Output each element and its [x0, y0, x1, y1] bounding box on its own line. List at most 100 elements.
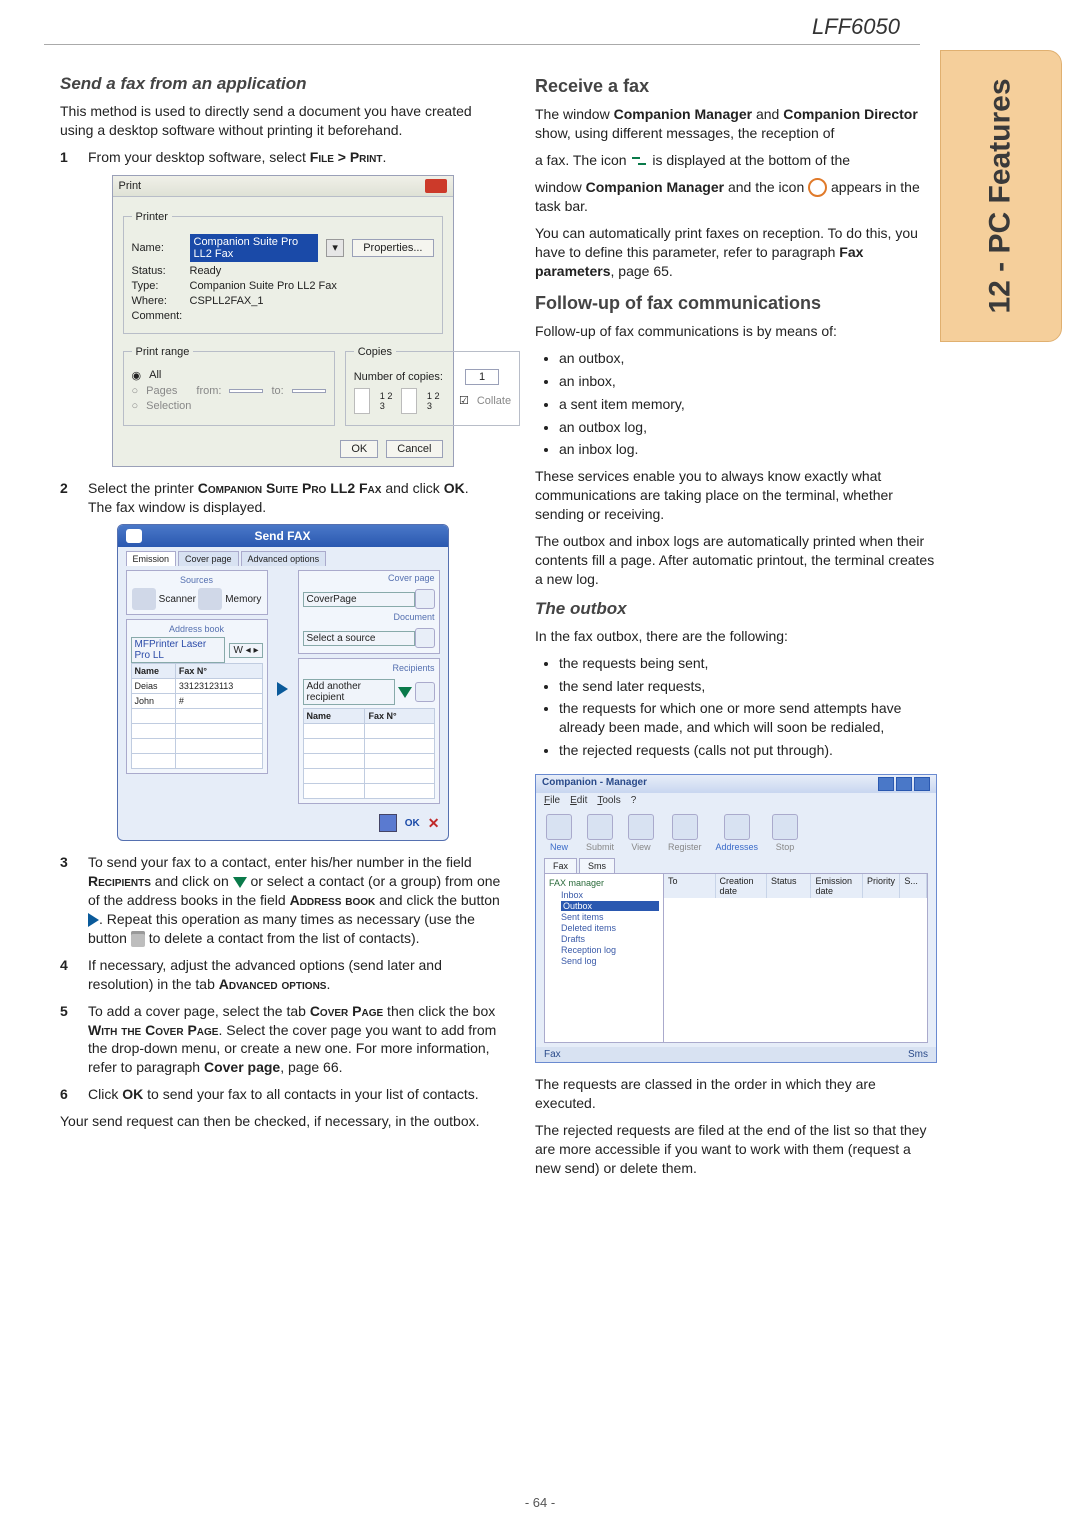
- add-recipient-input[interactable]: Add another recipient: [303, 679, 395, 705]
- address-book-nav[interactable]: W ◂ ▸: [229, 643, 262, 658]
- scanner-icon[interactable]: [132, 588, 156, 610]
- tree-reception-log[interactable]: Reception log: [561, 945, 659, 955]
- collate-icon: [401, 388, 417, 414]
- model-number: LFF6050: [812, 14, 900, 40]
- fax-tabs: Emission Cover page Advanced options: [126, 551, 440, 566]
- step-2: 2 Select the printer Companion Suite Pro…: [60, 479, 505, 517]
- step-6: 6 Click OK to send your fax to all conta…: [60, 1085, 505, 1104]
- two-column-layout: Send a fax from an application This meth…: [60, 64, 1020, 1186]
- toolbar-addresses[interactable]: Addresses: [716, 814, 759, 852]
- view-icon: [628, 814, 654, 840]
- tab-emission[interactable]: Emission: [126, 551, 177, 566]
- close-icon[interactable]: [425, 179, 447, 193]
- tab-fax[interactable]: Fax: [544, 858, 577, 873]
- menu-tools[interactable]: Tools: [597, 795, 620, 806]
- receive-para-3: window Companion Manager and the icon ap…: [535, 178, 935, 217]
- dropdown-icon[interactable]: ▾: [326, 239, 344, 257]
- cancel-button[interactable]: Cancel: [386, 440, 442, 458]
- list-item: the send later requests,: [559, 677, 935, 696]
- maximize-icon[interactable]: [896, 777, 912, 791]
- properties-button[interactable]: Properties...: [352, 239, 433, 257]
- companion-manager-screenshot: Companion - Manager File Edit Tools ? Ne…: [535, 774, 937, 1063]
- step-4: 4 If necessary, adjust the advanced opti…: [60, 956, 505, 994]
- outbox-intro: In the fax outbox, there are the followi…: [535, 627, 935, 646]
- address-book-select[interactable]: MFPrinter Laser Pro LL: [131, 637, 226, 663]
- sources-section: Sources Scanner Memory: [126, 570, 268, 615]
- arrow-down-icon: [233, 877, 247, 888]
- menu-file[interactable]: File: [544, 795, 560, 806]
- status-sms: Sms: [908, 1049, 928, 1060]
- receive-para-1: The window Companion Manager and Compani…: [535, 105, 935, 143]
- arrow-right-icon: [88, 913, 99, 927]
- followup-list: an outbox, an inbox, a sent item memory,…: [535, 349, 935, 459]
- ok-button[interactable]: OK: [405, 818, 420, 829]
- radio-selection[interactable]: ○: [132, 400, 139, 412]
- radio-pages[interactable]: ○: [132, 385, 139, 397]
- tree-outbox[interactable]: Outbox: [561, 901, 659, 911]
- arrow-right-icon: [277, 682, 288, 696]
- chapter-tab-label: 12 - PC Features: [984, 78, 1018, 313]
- memory-icon[interactable]: [198, 588, 222, 610]
- page-icon[interactable]: [415, 628, 435, 648]
- tab-cover-page[interactable]: Cover page: [178, 551, 239, 566]
- ok-button[interactable]: OK: [340, 440, 378, 458]
- toolbar-view[interactable]: View: [628, 814, 654, 852]
- tab-sms[interactable]: Sms: [579, 858, 615, 873]
- tree-deleted[interactable]: Deleted items: [561, 923, 659, 933]
- toolbar-submit[interactable]: Submit: [586, 814, 614, 852]
- list-item: the requests for which one or more send …: [559, 699, 935, 737]
- heading-receive-fax: Receive a fax: [535, 76, 935, 97]
- new-icon: [546, 814, 572, 840]
- minimize-icon[interactable]: [878, 777, 894, 791]
- step-1: 1 From your desktop software, select Fil…: [60, 148, 505, 167]
- manual-page: LFF6050 12 - PC Features Send a fax from…: [0, 0, 1080, 1528]
- outbox-para-1: The requests are classed in the order in…: [535, 1075, 935, 1113]
- printer-name-select[interactable]: Companion Suite Pro LL2 Fax: [190, 234, 319, 262]
- folder-tree: FAX manager Inbox Outbox Sent items Dele…: [544, 873, 664, 1043]
- close-icon[interactable]: [914, 777, 930, 791]
- addresses-icon: [724, 814, 750, 840]
- header-rule: [44, 44, 920, 45]
- toolbar-stop[interactable]: Stop: [772, 814, 798, 852]
- followup-para-2: The outbox and inbox logs are automatica…: [535, 532, 935, 589]
- register-icon: [672, 814, 698, 840]
- receive-para-4: You can automatically print faxes on rec…: [535, 224, 935, 281]
- steps-list-cont2: 3 To send your fax to a contact, enter h…: [60, 853, 505, 1104]
- tree-drafts[interactable]: Drafts: [561, 934, 659, 944]
- radio-all[interactable]: ◉: [132, 369, 142, 382]
- tree-send-log[interactable]: Send log: [561, 956, 659, 966]
- intro-paragraph: This method is used to directly send a d…: [60, 102, 505, 140]
- toolbar-new[interactable]: New: [546, 814, 572, 852]
- menu-edit[interactable]: Edit: [570, 795, 587, 806]
- status-fax: Fax: [544, 1049, 561, 1060]
- table-row[interactable]: John#: [131, 694, 262, 709]
- tree-inbox[interactable]: Inbox: [561, 890, 659, 900]
- arrow-down-icon[interactable]: [398, 687, 412, 698]
- tree-sent[interactable]: Sent items: [561, 912, 659, 922]
- collate-icon: [354, 388, 370, 414]
- cover-page-section: Cover page CoverPage Document Select a s…: [298, 570, 440, 654]
- menu-help[interactable]: ?: [631, 795, 637, 806]
- copies-input[interactable]: 1: [465, 369, 499, 385]
- toolbar-register[interactable]: Register: [668, 814, 702, 852]
- receive-para-2: a fax. The icon is displayed at the bott…: [535, 151, 935, 170]
- address-book-table: NameFax N° Deias33123123113 John#: [131, 663, 263, 769]
- list-item: the rejected requests (calls not put thr…: [559, 741, 935, 760]
- table-row[interactable]: Deias33123123113: [131, 679, 262, 694]
- followup-para-1: These services enable you to always know…: [535, 467, 935, 524]
- sync-circle-icon: [808, 178, 827, 197]
- print-dialog-title: Print: [119, 180, 142, 192]
- save-icon[interactable]: [379, 814, 397, 832]
- add-recipient-arrow[interactable]: [274, 570, 292, 808]
- collate-checkbox[interactable]: ☑: [459, 394, 469, 407]
- trash-icon[interactable]: [415, 682, 435, 702]
- print-range-fieldset: Print range ◉ All ○ Pages from: to: ○ Se…: [123, 346, 335, 426]
- tab-advanced[interactable]: Advanced options: [241, 551, 327, 566]
- menu-bar: File Edit Tools ?: [536, 793, 936, 808]
- list-item: an outbox,: [559, 349, 935, 368]
- page-icon[interactable]: [415, 589, 435, 609]
- trash-icon: [131, 931, 145, 947]
- fax-titlebar: Send FAX: [118, 525, 448, 547]
- close-icon[interactable]: ✕: [428, 815, 440, 832]
- heading-outbox: The outbox: [535, 599, 935, 619]
